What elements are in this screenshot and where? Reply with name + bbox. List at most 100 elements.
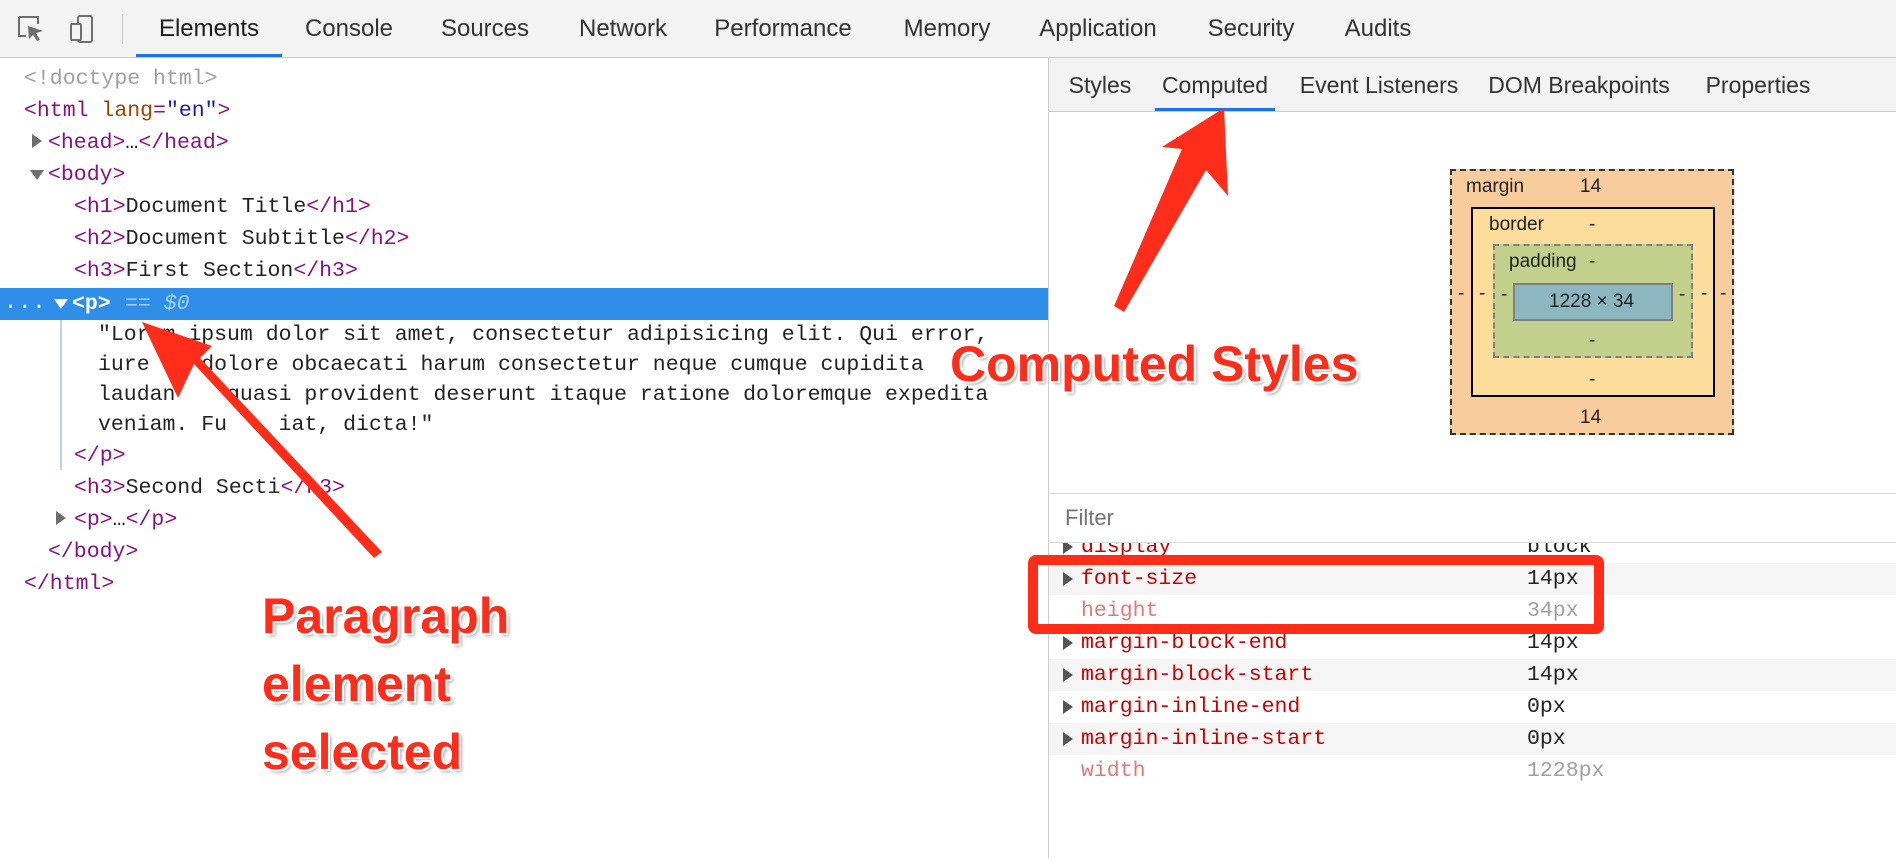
padding-left-value[interactable]: - <box>1501 284 1507 306</box>
padding-label: padding <box>1509 251 1577 272</box>
html-node[interactable]: <html lang="en"> <box>24 95 230 127</box>
paragraph-text-line[interactable]: veniam. Fu iat, dicta!" <box>98 410 433 440</box>
sidebar-tabs: Styles Computed Event Listeners DOM Brea… <box>1049 58 1896 112</box>
computed-property-row[interactable]: width 1228px <box>1049 755 1896 787</box>
expand-property-icon[interactable] <box>1063 543 1073 554</box>
collapsed-ellipsis: … <box>112 508 126 532</box>
border-bottom-value[interactable]: - <box>1589 369 1595 391</box>
html-open-tag-end: > <box>217 99 231 123</box>
expand-property-icon[interactable] <box>1063 668 1073 682</box>
h3-first-text: First Section <box>125 259 294 283</box>
node-actions-dots[interactable]: ... <box>4 288 47 318</box>
expand-p-icon[interactable] <box>56 511 66 525</box>
attr-equals: = <box>153 99 166 123</box>
border-top-value[interactable]: - <box>1589 214 1595 236</box>
tab-computed[interactable]: Computed <box>1155 58 1275 111</box>
h2-text: Document Subtitle <box>125 227 345 251</box>
html-open-tag: <html <box>24 99 89 123</box>
toolbar-divider <box>122 14 123 44</box>
tab-dom-breakpoints[interactable]: DOM Breakpoints <box>1479 58 1679 111</box>
h2-node[interactable]: <h2>Document Subtitle</h2> <box>74 223 409 255</box>
html-lang-value: "en" <box>165 99 218 123</box>
children-guide-line <box>60 320 62 470</box>
h3-open-tag: <h3> <box>74 476 126 500</box>
inspect-element-icon[interactable] <box>16 14 46 44</box>
paragraph-annotation-line: Paragraph <box>262 588 510 644</box>
expand-property-icon[interactable] <box>1063 700 1073 714</box>
computed-styles-annotation: Computed Styles <box>950 336 1359 392</box>
h3-open-tag: <h3> <box>74 259 126 283</box>
tab-event-listeners[interactable]: Event Listeners <box>1295 58 1463 111</box>
p-close-tag[interactable]: </p> <box>74 440 126 472</box>
expand-head-icon[interactable] <box>32 134 42 148</box>
padding-right-value[interactable]: - <box>1679 284 1685 306</box>
device-toolbar-icon[interactable] <box>68 14 98 44</box>
collapse-body-icon[interactable] <box>30 170 44 180</box>
tab-network[interactable]: Network <box>568 0 678 57</box>
tab-audits[interactable]: Audits <box>1336 0 1420 57</box>
selected-p-node[interactable]: ... <p> == $0 <box>0 288 1048 320</box>
filter-bar <box>1049 493 1896 543</box>
collapsed-ellipsis: … <box>125 131 139 155</box>
margin-top-value[interactable]: 14 <box>1580 176 1601 198</box>
body-close-tag[interactable]: </body> <box>48 536 138 568</box>
border-left-value[interactable]: - <box>1479 283 1485 305</box>
selected-p-tag: <p> <box>72 292 111 316</box>
content-size-value[interactable]: 1228 × 34 <box>1549 291 1634 313</box>
expand-property-icon[interactable] <box>1063 636 1073 650</box>
p2-close-tag: </p> <box>125 508 178 532</box>
computed-property-row[interactable]: margin-inline-end 0px <box>1049 691 1896 723</box>
tab-application[interactable]: Application <box>1032 0 1164 57</box>
head-close-tag: </head> <box>138 131 229 155</box>
border-label: border <box>1489 214 1544 235</box>
property-value: 0px <box>1527 695 1566 719</box>
tab-console[interactable]: Console <box>296 0 402 57</box>
font-size-highlight-box <box>1028 555 1604 634</box>
html-close-tag[interactable]: </html> <box>24 568 114 600</box>
tab-memory[interactable]: Memory <box>894 0 1000 57</box>
h3-first-node[interactable]: <h3>First Section</h3> <box>74 255 358 287</box>
property-value: 1228px <box>1527 759 1605 783</box>
tab-performance[interactable]: Performance <box>708 0 858 57</box>
doctype-node[interactable]: <!doctype html> <box>24 63 218 95</box>
p2-open-tag: <p> <box>74 508 113 532</box>
property-name: margin-block-start <box>1081 663 1314 687</box>
margin-left-value[interactable]: - <box>1458 283 1464 305</box>
tab-sources[interactable]: Sources <box>434 0 536 57</box>
computed-property-row[interactable]: margin-block-start 14px <box>1049 659 1896 691</box>
tab-security[interactable]: Security <box>1198 0 1304 57</box>
html-lang-attr: lang <box>101 99 154 123</box>
h3-close-tag: </h3> <box>280 476 345 500</box>
padding-bottom-value[interactable]: - <box>1589 330 1595 352</box>
h1-node[interactable]: <h1>Document Title</h1> <box>74 191 371 223</box>
head-open-tag: <head> <box>48 131 126 155</box>
border-right-value[interactable]: - <box>1701 283 1707 305</box>
paragraph-text-line[interactable]: "Lorem ipsum dolor sit amet, consectetur… <box>98 320 988 350</box>
h3-second-node[interactable]: <h3>Second Secti</h3> <box>74 472 345 504</box>
box-model-content[interactable]: 1228 × 34 <box>1513 283 1673 321</box>
console-ref-marker: == $0 <box>125 292 190 316</box>
paragraph-text-line[interactable]: iure dolore obcaecati harum consectetur … <box>98 350 924 380</box>
paragraph-text-line[interactable]: laudan quasi provident deserunt itaque r… <box>98 380 988 410</box>
margin-bottom-value[interactable]: 14 <box>1580 407 1601 429</box>
h1-open-tag: <h1> <box>74 195 126 219</box>
body-node[interactable]: <body> <box>48 159 125 191</box>
elements-dom-tree: <!doctype html> <html lang="en"> <head>…… <box>0 58 1048 858</box>
expand-property-icon[interactable] <box>1063 732 1073 746</box>
padding-top-value[interactable]: - <box>1589 251 1595 273</box>
head-node[interactable]: <head>…</head> <box>48 127 229 159</box>
h1-close-tag: </h1> <box>306 195 371 219</box>
property-value: 0px <box>1527 727 1566 751</box>
tab-elements[interactable]: Elements <box>136 0 282 57</box>
collapse-p-icon[interactable] <box>54 299 68 309</box>
h2-close-tag: </h2> <box>344 227 410 251</box>
tab-properties[interactable]: Properties <box>1697 58 1819 111</box>
computed-property-row[interactable]: margin-inline-start 0px <box>1049 723 1896 755</box>
h2-open-tag: <h2> <box>74 227 126 251</box>
margin-right-value[interactable]: - <box>1720 283 1726 305</box>
tab-styles[interactable]: Styles <box>1065 58 1135 111</box>
property-name: width <box>1081 759 1146 783</box>
filter-input[interactable] <box>1065 494 1665 542</box>
p2-node[interactable]: <p>…</p> <box>74 504 177 536</box>
h3-close-tag: </h3> <box>293 259 358 283</box>
